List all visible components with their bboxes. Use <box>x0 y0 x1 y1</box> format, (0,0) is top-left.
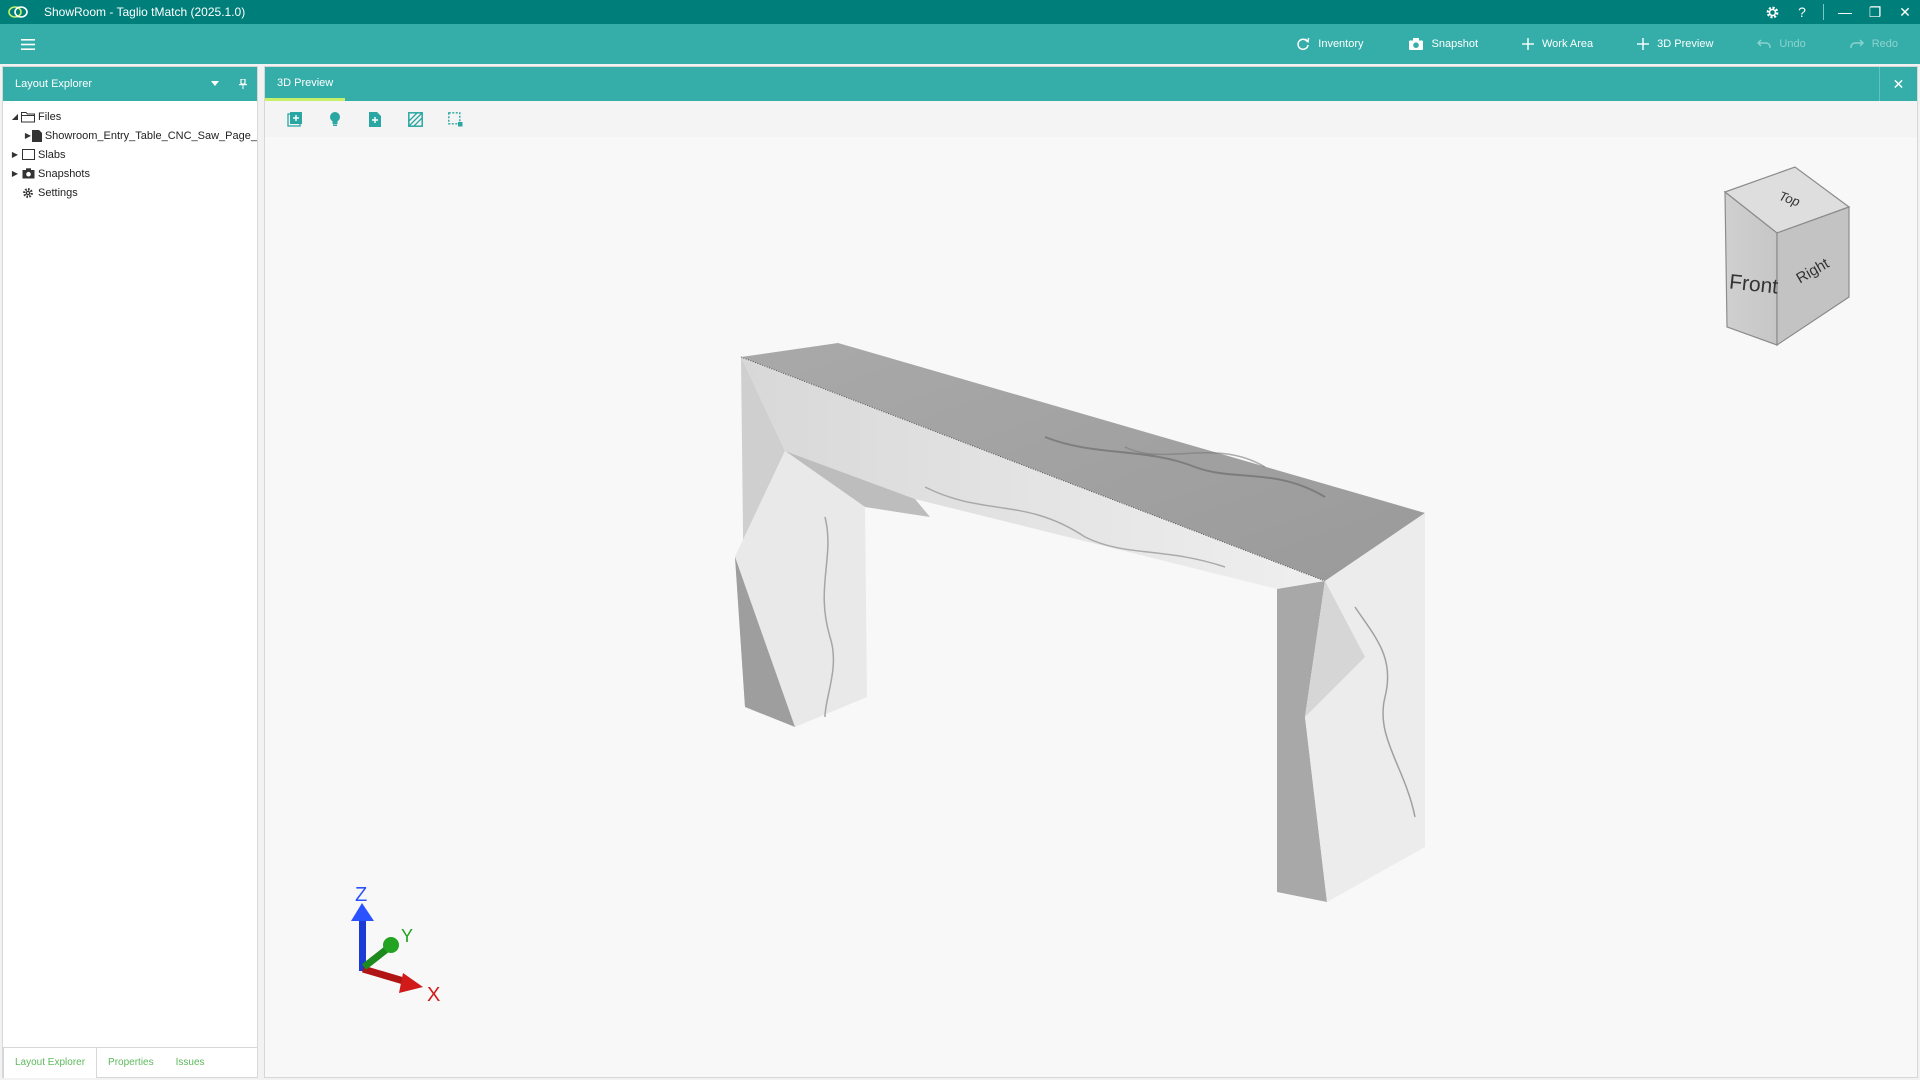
tab-3d-preview[interactable]: 3D Preview <box>265 67 346 101</box>
tab-issues[interactable]: Issues <box>165 1048 216 1078</box>
tree-item-label: Settings <box>38 186 78 199</box>
tab-layout-explorer[interactable]: Layout Explorer <box>3 1047 98 1078</box>
export-button[interactable] <box>365 109 385 129</box>
texture-button[interactable] <box>405 109 425 129</box>
3d-preview-button[interactable]: 3D Preview <box>1615 24 1735 64</box>
slab-icon <box>21 148 35 162</box>
tree-item-label: Snapshots <box>38 167 90 180</box>
undo-button[interactable]: Undo <box>1735 24 1827 64</box>
snapshot-button[interactable]: Snapshot <box>1386 24 1500 64</box>
tree-item-label: Showroom_Entry_Table_CNC_Saw_Page_ <box>44 129 257 142</box>
3d-viewport[interactable]: Front Right Top Z Y X <box>265 137 1917 1077</box>
command-bar: Inventory Snapshot Work Area 3D Preview … <box>0 24 1920 64</box>
selection-box-icon <box>447 111 462 126</box>
close-document-button[interactable]: ✕ <box>1879 67 1917 101</box>
tab-properties[interactable]: Properties <box>97 1048 165 1078</box>
folder-icon <box>21 110 35 124</box>
tree-item-label: Files <box>38 110 62 123</box>
tree-item-snapshots[interactable]: ▶ Snapshots <box>3 164 257 183</box>
lighting-button[interactable] <box>325 109 345 129</box>
y-axis-tip <box>383 937 399 953</box>
help-button[interactable]: ? <box>1787 0 1817 24</box>
panel-title: Layout Explorer <box>15 78 93 90</box>
divider <box>1823 4 1824 20</box>
work-area-label: Work Area <box>1542 38 1594 50</box>
settings-button[interactable] <box>1757 0 1787 24</box>
add-view-icon <box>287 112 302 127</box>
tree-item-files[interactable]: ◢ Files <box>3 107 257 126</box>
panel-bottom-tabs: Layout Explorer Properties Issues <box>3 1047 257 1078</box>
title-bar: ShowRoom - Taglio tMatch (2025.1.0) ? — … <box>0 0 1920 24</box>
gear-icon <box>1766 6 1778 18</box>
view-cube[interactable]: Front Right Top <box>1723 166 1851 347</box>
undo-icon <box>1757 39 1772 48</box>
tree-item-label: Slabs <box>38 148 66 161</box>
panel-actions <box>211 67 247 101</box>
document-area: 3D Preview ✕ Front Right Top Z Y X <box>264 66 1918 1078</box>
selection-button[interactable] <box>445 109 465 129</box>
inventory-button[interactable]: Inventory <box>1274 24 1385 64</box>
window-controls: ? — ❐ ✕ <box>1757 0 1920 24</box>
tree-item-settings[interactable]: Settings <box>3 183 257 202</box>
collapse-caret-icon[interactable]: ▶ <box>24 131 32 140</box>
work-area-button[interactable]: Work Area <box>1500 24 1615 64</box>
hamburger-icon <box>21 38 35 50</box>
restore-button[interactable]: ❐ <box>1860 0 1890 24</box>
camera-icon <box>21 167 35 181</box>
document-tabs: 3D Preview ✕ <box>265 67 1917 101</box>
export-file-icon <box>369 111 381 127</box>
z-axis-label: Z <box>355 884 367 906</box>
close-window-button[interactable]: ✕ <box>1890 0 1920 24</box>
collapse-caret-icon[interactable]: ▶ <box>9 150 21 159</box>
minimize-button[interactable]: — <box>1830 0 1860 24</box>
texture-icon <box>407 111 423 127</box>
panel-header: Layout Explorer <box>3 67 257 101</box>
pin-icon[interactable] <box>239 79 247 89</box>
layout-tree: ◢ Files ▶ Showroom_Entry_Table_CNC_Saw_P… <box>3 101 257 202</box>
add-view-button[interactable] <box>285 109 305 129</box>
tree-item-slabs[interactable]: ▶ Slabs <box>3 145 257 164</box>
collapse-caret-icon[interactable]: ▶ <box>9 169 21 178</box>
axis-gizmo: Z Y X <box>351 884 440 1006</box>
menu-button[interactable] <box>0 24 56 64</box>
snapshot-label: Snapshot <box>1431 38 1478 50</box>
undo-label: Undo <box>1779 38 1806 50</box>
redo-label: Redo <box>1871 38 1898 50</box>
plus-icon <box>1637 38 1650 50</box>
app-logo-icon <box>8 6 28 18</box>
3d-scene: Front Right Top Z Y X <box>351 166 1851 1006</box>
x-axis-shaft <box>362 965 408 986</box>
table-model <box>735 343 1425 902</box>
refresh-icon <box>1297 37 1310 51</box>
expand-caret-icon[interactable]: ◢ <box>9 112 21 121</box>
chevron-down-icon[interactable] <box>211 81 219 87</box>
x-axis-arrow <box>399 973 423 993</box>
inventory-label: Inventory <box>1318 38 1364 50</box>
preview-toolbar <box>265 101 1917 137</box>
window-title: ShowRoom - Taglio tMatch (2025.1.0) <box>44 5 246 19</box>
y-axis-shaft <box>361 946 390 970</box>
gear-icon <box>21 186 35 200</box>
3d-preview-label: 3D Preview <box>1657 38 1714 50</box>
camera-icon <box>1408 38 1423 50</box>
light-bulb-icon <box>330 112 340 126</box>
plus-icon <box>1522 38 1534 50</box>
y-axis-label: Y <box>401 926 413 946</box>
tree-item-file[interactable]: ▶ Showroom_Entry_Table_CNC_Saw_Page_ <box>3 126 257 145</box>
layout-explorer-panel: Layout Explorer ◢ Files ▶ Showroom_Entry… <box>2 66 258 1078</box>
redo-icon <box>1850 39 1864 48</box>
x-axis-label: X <box>427 984 440 1006</box>
file-icon <box>31 129 42 143</box>
redo-button[interactable]: Redo <box>1828 24 1920 64</box>
command-buttons: Inventory Snapshot Work Area 3D Preview … <box>1274 24 1920 64</box>
